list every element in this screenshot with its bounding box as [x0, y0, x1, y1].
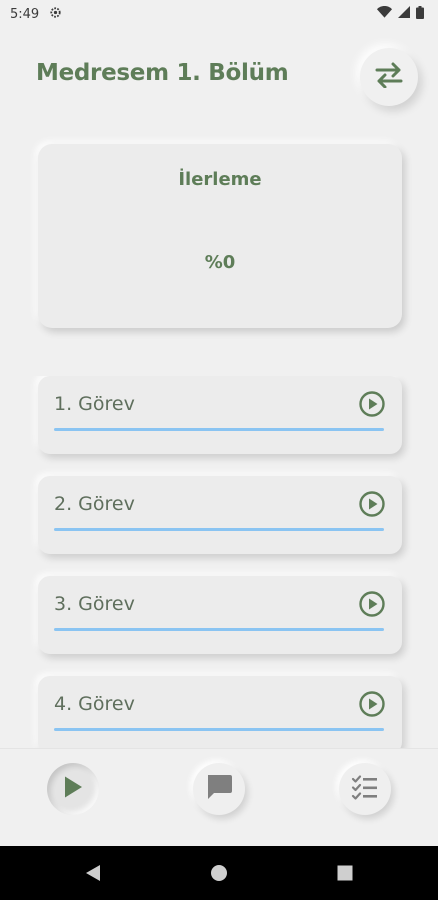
task-card[interactable]: 4. Görev [38, 676, 402, 748]
recents-icon[interactable] [336, 864, 354, 886]
task-progress-fill [54, 528, 384, 531]
settings-icon [49, 6, 62, 23]
task-progress-bar [54, 628, 384, 631]
task-list[interactable]: 1. Görev 2. Görev 3. Görev 4. Görev [0, 376, 438, 748]
play-circle-icon[interactable] [358, 590, 386, 618]
play-circle-icon[interactable] [358, 390, 386, 418]
page-title: Medresem 1. Bölüm [36, 60, 289, 86]
status-bar: 5:49 [0, 0, 438, 28]
task-card[interactable]: 3. Görev [38, 576, 402, 654]
task-label: 1. Görev [54, 393, 135, 415]
nav-checklist-button[interactable] [339, 763, 391, 815]
nav-play-button[interactable] [47, 763, 99, 815]
task-progress-fill [54, 628, 384, 631]
status-left: 5:49 [10, 6, 62, 23]
signal-icon [398, 6, 410, 22]
task-progress-bar [54, 528, 384, 531]
status-right [377, 5, 424, 23]
task-progress-fill [54, 728, 384, 731]
task-progress-fill [54, 428, 384, 431]
task-progress-bar [54, 428, 384, 431]
header: Medresem 1. Bölüm [0, 48, 438, 108]
home-icon[interactable] [210, 864, 228, 886]
task-label: 3. Görev [54, 593, 135, 615]
checklist-icon [351, 774, 379, 804]
status-time: 5:49 [10, 6, 40, 22]
task-card[interactable]: 2. Görev [38, 476, 402, 554]
battery-icon [416, 5, 424, 23]
task-label: 2. Görev [54, 493, 135, 515]
play-circle-icon[interactable] [358, 490, 386, 518]
nav-chat-button[interactable] [193, 763, 245, 815]
play-circle-icon[interactable] [358, 690, 386, 718]
task-label: 4. Görev [54, 693, 135, 715]
swap-button[interactable] [360, 48, 418, 106]
progress-value: %0 [204, 252, 236, 273]
progress-card: İlerleme %0 [38, 144, 402, 328]
task-card[interactable]: 1. Görev [38, 376, 402, 454]
back-icon[interactable] [84, 864, 102, 886]
progress-title: İlerleme [178, 169, 262, 190]
play-icon [62, 775, 84, 803]
bottom-nav [0, 748, 438, 846]
task-progress-bar [54, 728, 384, 731]
wifi-icon [377, 5, 392, 22]
swap-arrows-icon [374, 62, 404, 92]
chat-icon [205, 774, 233, 804]
system-nav-bar [0, 846, 438, 900]
